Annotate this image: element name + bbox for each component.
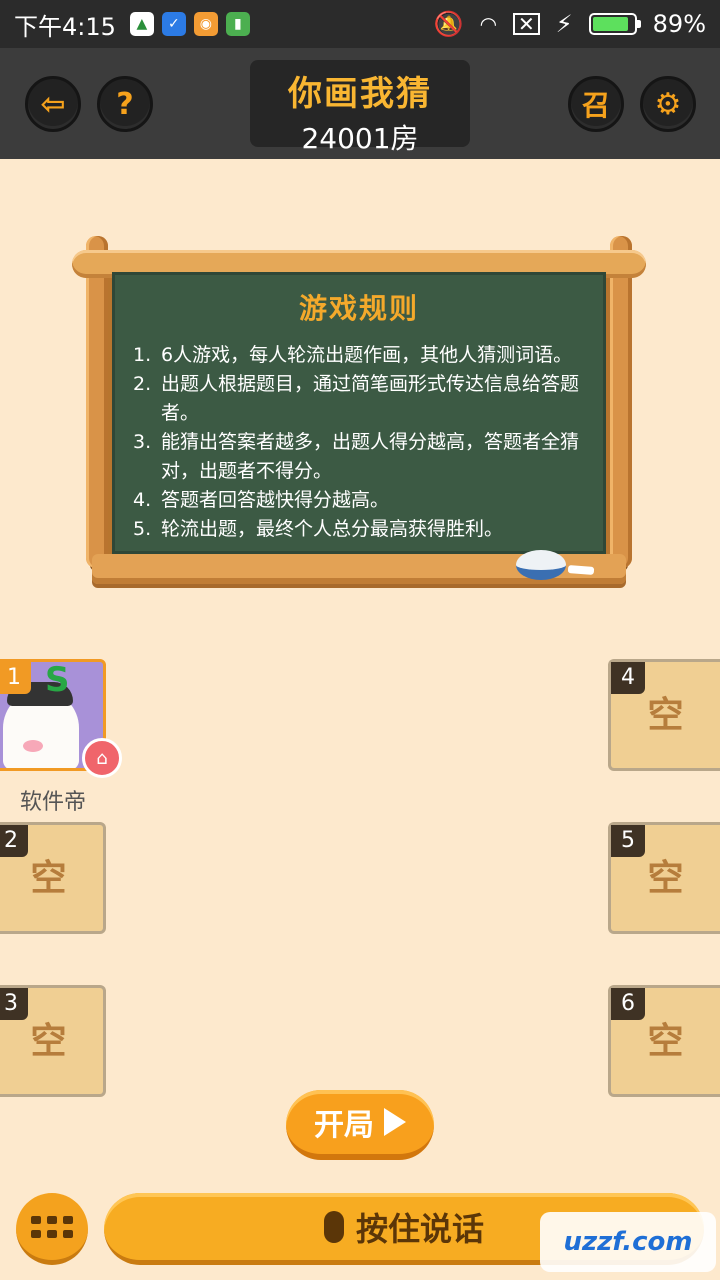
exit-icon: ⇦: [40, 86, 66, 122]
rule-item: 3. 能猜出答案者越多，出题人得分越高，答题者全猜对，出题者不得分。: [133, 431, 580, 482]
start-label: 开局: [314, 1108, 374, 1143]
app-notification-icon: ▲: [129, 12, 154, 36]
avatar-cheek: [23, 740, 43, 752]
seat-5[interactable]: 5 空: [608, 822, 720, 934]
seat-3[interactable]: 3 空: [0, 985, 106, 1097]
talk-label: 按住说话: [355, 1209, 484, 1248]
question-icon: ?: [116, 86, 134, 122]
empty-seat-label: 空: [647, 858, 684, 899]
empty-seat-label: 空: [647, 1021, 684, 1062]
wifi-icon: ◠: [479, 12, 498, 36]
start-game-button[interactable]: 开局: [286, 1090, 434, 1160]
rules-title: 游戏规则: [298, 292, 419, 325]
keyboard-button[interactable]: [16, 1193, 88, 1265]
empty-seat-label: 空: [647, 695, 684, 736]
seat-4[interactable]: 4 空: [608, 659, 720, 771]
rule-item: 5. 轮流出题，最终个人总分最高获得胜利。: [133, 518, 504, 540]
browser-notification-icon: ◉: [193, 12, 218, 36]
seat-6[interactable]: 6 空: [608, 985, 720, 1097]
rules-list: 1. 6人游戏，每人轮流出题作画，其他人猜测词语。 2. 出题人根据题目，通过简笔画…: [133, 341, 595, 544]
summon-button[interactable]: 召: [568, 76, 624, 132]
help-button[interactable]: ?: [97, 76, 153, 132]
microphone-icon: [323, 1210, 344, 1243]
battery-fill: [592, 17, 629, 31]
board-post-left: [86, 236, 108, 568]
status-time: 下午4:15: [14, 12, 116, 41]
board-post-right: [610, 236, 632, 568]
title-panel: 你画我猜 24001房: [250, 60, 470, 155]
gear-icon: ⚙: [654, 86, 682, 122]
empty-seat-label: 空: [30, 858, 67, 899]
game-header: ⇦ ? 你画我猜 24001房 召 ⚙: [0, 48, 720, 159]
mute-bell-icon: 🔕: [433, 10, 464, 38]
exit-button[interactable]: ⇦: [25, 76, 81, 132]
room-number: 24001房: [301, 122, 419, 155]
battery-percent: 89%: [652, 10, 706, 38]
host-home-icon: ⌂: [82, 738, 122, 778]
avatar-s-mark: S: [45, 660, 70, 700]
player-name: 软件帝: [20, 790, 87, 815]
battery-app-icon: ▮: [225, 12, 250, 36]
watermark-logo: uzzf.com: [540, 1212, 716, 1272]
seat-number: 1: [0, 662, 31, 694]
battery-icon: [588, 13, 641, 35]
rule-item: 4. 答题者回答越快得分越高。: [133, 489, 390, 511]
board-slate: 游戏规则 1. 6人游戏，每人轮流出题作画，其他人猜测词语。 2. 出题人根据题目，…: [112, 272, 606, 554]
rule-item: 1. 6人游戏，每人轮流出题作画，其他人猜测词语。: [133, 344, 573, 366]
rules-blackboard: 游戏规则 1. 6人游戏，每人轮流出题作画，其他人猜测词语。 2. 出题人根据题目，…: [72, 236, 646, 598]
settings-button[interactable]: ⚙: [640, 76, 696, 132]
eraser-icon: [516, 550, 566, 580]
status-bar: 下午4:15 ▲ ✓ ◉ ▮ 🔕 ◠ ✕ ⚡ 89%: [0, 0, 720, 48]
seat-2[interactable]: 2 空: [0, 822, 106, 934]
chalk-icon: [567, 565, 595, 575]
empty-seat-label: 空: [30, 1021, 67, 1062]
charging-icon: ⚡: [555, 10, 573, 38]
no-sim-icon: ✕: [513, 13, 540, 35]
play-icon: [384, 1108, 406, 1136]
keyboard-icon: [31, 1215, 41, 1224]
game-title: 你画我猜: [288, 74, 432, 114]
summon-label: 召: [581, 89, 610, 122]
rule-item: 2. 出题人根据题目，通过简笔画形式传达信息给答题者。: [133, 373, 580, 424]
shield-icon: ✓: [161, 12, 186, 36]
